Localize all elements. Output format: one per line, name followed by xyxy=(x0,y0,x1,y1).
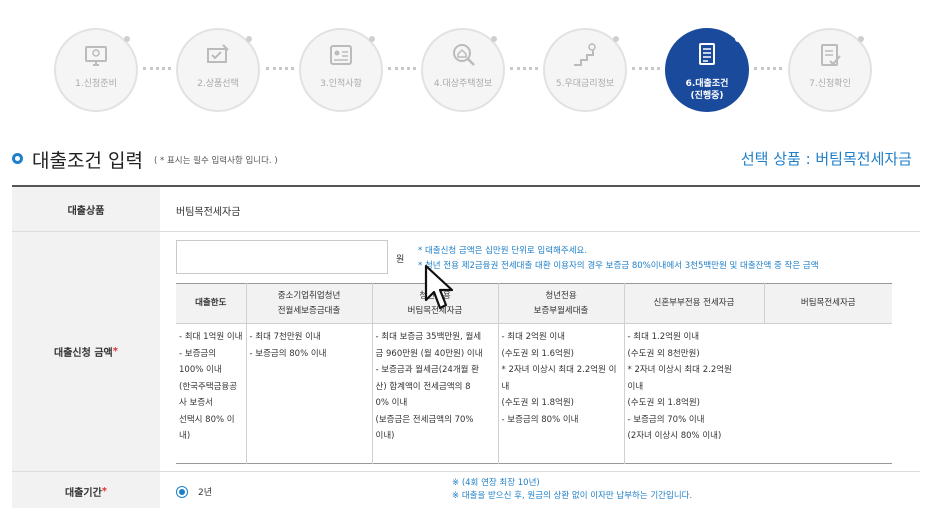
step-label: 7.신청확인 xyxy=(809,79,851,89)
step-label: 5.우대금리정보 xyxy=(555,79,615,89)
id-card-icon xyxy=(330,45,352,65)
product-value: 버팀목전세자금 xyxy=(176,207,241,218)
checklist-icon xyxy=(821,44,841,66)
limit-cell: - 최대 보증금 35백만원, 월세 금 960만원 (월 40만원) 이내 -… xyxy=(372,323,499,464)
step-4: 4.대상주택정보 xyxy=(421,28,505,112)
limit-col-header: 신혼부부전용 전세자금 xyxy=(624,283,765,324)
limit-col-header: 청년전용 보증부월세대출 xyxy=(498,283,625,324)
circle-bullet-icon xyxy=(12,153,23,164)
mouse-cursor-icon xyxy=(424,264,454,310)
period-notes: ※ (4회 연장 최장 10년) ※ 대출을 받으신 후, 원금의 상환 없이 … xyxy=(452,477,692,503)
step-label: 1.신청준비 xyxy=(75,79,117,89)
period-note: ※ (4회 연장 최장 10년) xyxy=(452,478,540,488)
step-label: 4.대상주택정보 xyxy=(433,79,493,89)
required-mark: * xyxy=(101,486,108,497)
amount-unit: 원 xyxy=(396,255,405,265)
loan-limit-table: 대출한도 중소기업취업청년 전월세보증금대출 청년전용 버팀목전세자금 청년전용… xyxy=(176,283,892,464)
period-option-label: 2년 xyxy=(198,488,213,498)
limit-col-header: 중소기업취업청년 전월세보증금대출 xyxy=(246,283,373,324)
section-heading: 대출조건 입력 ( * 표시는 필수 입력사항 입니다. ) 선택 상품 : 버… xyxy=(12,146,912,174)
loan-condition-form: 대출상품 버팀목전세자금 대출신청 금액 * 원 * 대출신청 금액은 십만원 단… xyxy=(12,185,920,508)
limit-cell: - 최대 7천만원 이내 - 보증금의 80% 이내 xyxy=(246,323,373,464)
limit-row-header: 대출한도 xyxy=(176,283,247,324)
amount-note: * 청년 전용 제2금융권 전세대출 대환 이용자의 경우 보증금 80%이내에… xyxy=(418,261,819,271)
progress-stepper: 1.신청준비 2.상품선택 3.인적사항 4.대상주택정보 5.우대금리정보 6… xyxy=(0,0,925,125)
limit-cell: - 최대 1.2억원 이내 (수도권 외 8천만원) * 2자녀 이상시 최대 … xyxy=(627,332,732,441)
page-title: 대출조건 입력 xyxy=(32,150,143,172)
product-select-icon xyxy=(207,44,229,63)
period-radio-2y[interactable] xyxy=(176,486,188,498)
required-mark: * xyxy=(112,346,118,357)
step-6-active: 6.대출조건 (진행중) xyxy=(665,28,749,112)
monitor-icon xyxy=(85,46,107,66)
amount-input[interactable] xyxy=(176,240,388,274)
step-5: 5.우대금리정보 xyxy=(543,28,627,112)
step-status: (진행중) xyxy=(690,91,724,101)
limit-cell: - 최대 1억원 이내 - 보증금의 100% 이내 (한국주택금융공사 보증서… xyxy=(176,323,247,464)
coin-stairs-icon xyxy=(574,43,596,66)
period-row: 대출기간 * 2년 ※ (4회 연장 최장 10년) ※ 대출을 받으신 후, 원… xyxy=(12,472,920,508)
period-label: 대출기간 * xyxy=(12,472,160,508)
step-3: 3.인적사항 xyxy=(299,28,383,112)
step-7: 7.신청확인 xyxy=(788,28,872,112)
step-2: 2.상품선택 xyxy=(176,28,260,112)
limit-col-header: 버팀목전세자금 xyxy=(764,283,892,324)
step-1: 1.신청준비 xyxy=(54,28,138,112)
step-label: 2.상품선택 xyxy=(197,79,239,89)
house-search-icon xyxy=(453,44,475,66)
document-icon xyxy=(699,43,715,65)
amount-notes: * 대출신청 금액은 십만원 단위로 입력해주세요. * 청년 전용 제2금융권… xyxy=(418,244,819,274)
product-label: 대출상품 xyxy=(12,187,160,231)
amount-row: 대출신청 금액 * 원 * 대출신청 금액은 십만원 단위로 입력해주세요. * … xyxy=(12,232,920,472)
selected-product: 선택 상품 : 버팀목전세자금 xyxy=(740,150,912,168)
required-hint: ( * 표시는 필수 입력사항 입니다. ) xyxy=(154,156,278,166)
limit-cell: - 최대 2억원 이내 (수도권 외 1.6억원) * 2자녀 이상시 최대 2… xyxy=(498,323,625,464)
amount-note: * 대출신청 금액은 십만원 단위로 입력해주세요. xyxy=(418,246,588,256)
step-label: 3.인적사항 xyxy=(320,79,362,89)
amount-label: 대출신청 금액 * xyxy=(12,232,160,471)
step-label: 6.대출조건 (진행중) xyxy=(665,78,749,102)
product-row: 대출상품 버팀목전세자금 xyxy=(12,187,920,232)
period-note: ※ 대출을 받으신 후, 원금의 상환 없이 이자만 납부하는 기간입니다. xyxy=(452,491,693,501)
